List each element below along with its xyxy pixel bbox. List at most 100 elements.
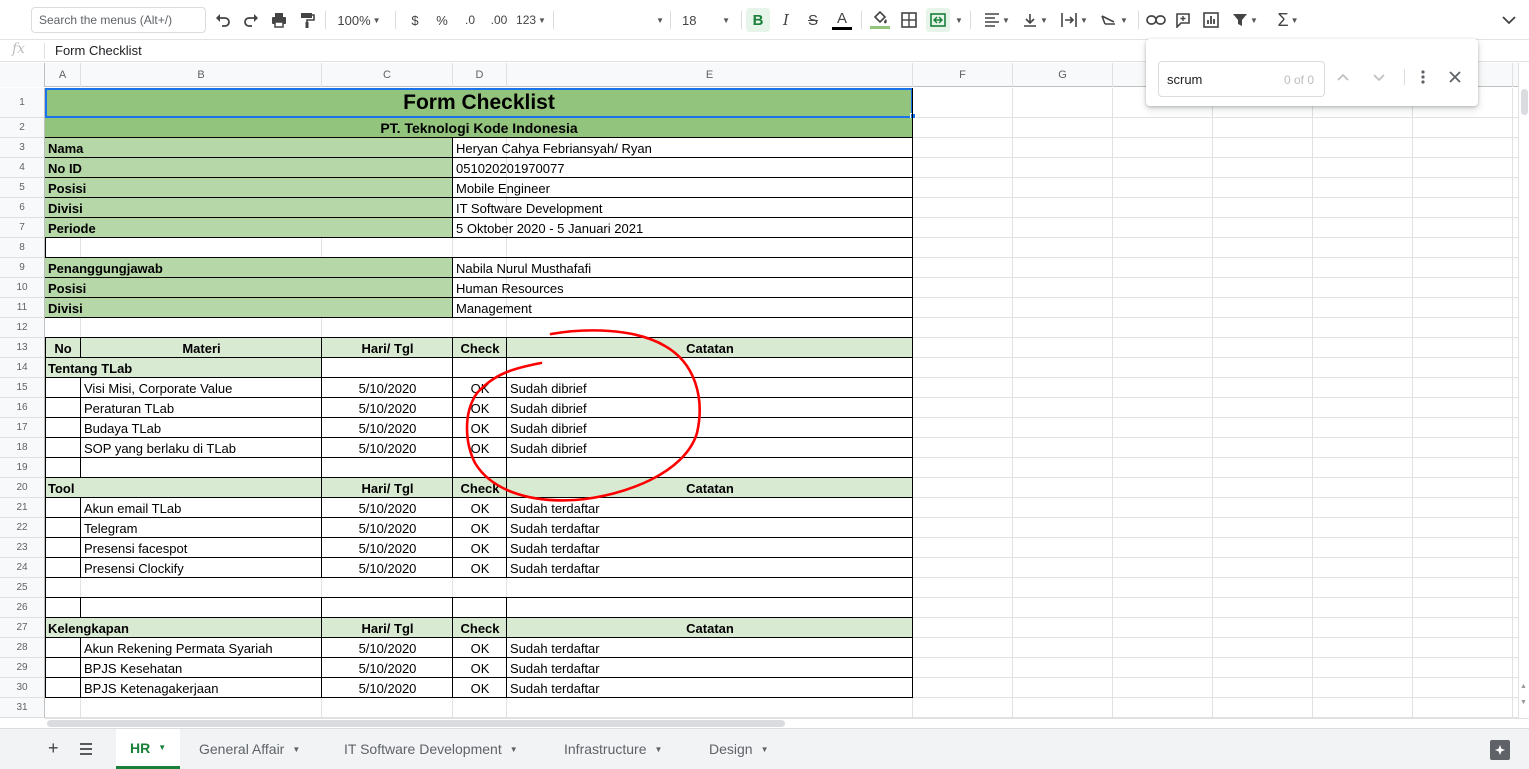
scroll-up-arrow-icon[interactable]: ▲ <box>1520 683 1527 690</box>
column-header[interactable]: B <box>81 63 322 87</box>
item-check[interactable]: OK <box>453 558 507 578</box>
item-name[interactable]: BPJS Kesehatan <box>81 658 322 678</box>
text-rotation-icon[interactable]: ▼ <box>1096 8 1132 32</box>
merge-cells-icon[interactable] <box>926 8 950 32</box>
column-header[interactable]: A <box>45 63 81 87</box>
select-all-corner[interactable] <box>0 63 45 87</box>
info-label[interactable]: Divisi <box>45 198 453 218</box>
row-header[interactable]: 20 <box>0 478 44 498</box>
row-header[interactable]: 25 <box>0 578 44 598</box>
row-header[interactable]: 2 <box>0 118 44 138</box>
insert-link-icon[interactable] <box>1144 8 1168 32</box>
tab-infrastructure[interactable]: Infrastructure ▼ <box>550 729 676 769</box>
item-check[interactable]: OK <box>453 678 507 698</box>
item-check[interactable]: OK <box>453 538 507 558</box>
row-header[interactable]: 28 <box>0 638 44 658</box>
item-date[interactable]: 5/10/2020 <box>322 398 453 418</box>
formula-value[interactable]: Form Checklist <box>55 43 142 58</box>
header-date[interactable]: Hari/ Tgl <box>322 618 453 638</box>
row-header[interactable]: 26 <box>0 598 44 618</box>
more-formats-button[interactable]: 123 ▼ <box>514 8 548 32</box>
item-date[interactable]: 5/10/2020 <box>322 678 453 698</box>
item-note[interactable]: Sudah terdaftar <box>507 538 913 558</box>
row-header[interactable]: 19 <box>0 458 44 478</box>
pic-label[interactable]: Penanggungjawab <box>45 258 453 278</box>
find-next-icon[interactable] <box>1372 70 1386 88</box>
cell-grid[interactable]: Form Checklist PT. Teknologi Kode Indone… <box>45 88 1518 718</box>
row-header[interactable]: 9 <box>0 258 44 278</box>
row-header[interactable]: 16 <box>0 398 44 418</box>
item-date[interactable]: 5/10/2020 <box>322 558 453 578</box>
pic-value[interactable]: Management <box>453 298 913 318</box>
redo-icon[interactable] <box>240 8 262 32</box>
item-note[interactable]: Sudah terdaftar <box>507 498 913 518</box>
collapse-toolbar-icon[interactable] <box>1498 8 1520 32</box>
column-header[interactable]: E <box>507 63 913 87</box>
item-name[interactable]: BPJS Ketenagakerjaan <box>81 678 322 698</box>
item-date[interactable]: 5/10/2020 <box>322 498 453 518</box>
item-date[interactable]: 5/10/2020 <box>322 418 453 438</box>
row-header[interactable]: 8 <box>0 238 44 258</box>
item-check[interactable]: OK <box>453 638 507 658</box>
header-check[interactable]: Check <box>453 478 507 498</box>
row-header[interactable]: 6 <box>0 198 44 218</box>
explore-icon[interactable] <box>1490 740 1510 760</box>
scroll-down-arrow-icon[interactable]: ▼ <box>1520 699 1527 706</box>
tab-it-software-development[interactable]: IT Software Development ▼ <box>330 729 532 769</box>
decrease-decimal-button[interactable]: .0 <box>458 8 482 32</box>
info-label[interactable]: Posisi <box>45 178 453 198</box>
info-value[interactable]: Mobile Engineer <box>453 178 913 198</box>
vertical-align-icon[interactable]: ▼ <box>1018 8 1052 32</box>
item-note[interactable]: Sudah terdaftar <box>507 638 913 658</box>
item-name[interactable]: Akun Rekening Permata Syariah <box>81 638 322 658</box>
tab-general-affair[interactable]: General Affair ▼ <box>185 729 314 769</box>
increase-decimal-button[interactable]: .00 <box>486 8 512 32</box>
item-date[interactable]: 5/10/2020 <box>322 538 453 558</box>
all-sheets-icon[interactable] <box>79 742 93 760</box>
header-no[interactable]: No <box>45 338 81 358</box>
strikethrough-button[interactable]: S <box>802 8 824 32</box>
item-check[interactable]: OK <box>453 378 507 398</box>
row-header[interactable]: 24 <box>0 558 44 578</box>
item-check[interactable]: OK <box>453 518 507 538</box>
item-date[interactable]: 5/10/2020 <box>322 518 453 538</box>
header-notes[interactable]: Catatan <box>507 618 913 638</box>
row-header[interactable]: 15 <box>0 378 44 398</box>
item-name[interactable]: Presensi facespot <box>81 538 322 558</box>
add-sheet-icon[interactable]: + <box>48 738 59 759</box>
row-header[interactable]: 3 <box>0 138 44 158</box>
header-materi[interactable]: Materi <box>81 338 322 358</box>
row-header[interactable]: 27 <box>0 618 44 638</box>
row-header[interactable]: 18 <box>0 438 44 458</box>
row-header[interactable]: 13 <box>0 338 44 358</box>
row-header[interactable]: 22 <box>0 518 44 538</box>
item-date[interactable]: 5/10/2020 <box>322 658 453 678</box>
close-icon[interactable] <box>1448 70 1462 89</box>
column-header[interactable]: C <box>322 63 453 87</box>
row-header[interactable]: 31 <box>0 698 44 718</box>
filter-icon[interactable]: ▼ <box>1228 8 1262 32</box>
zoom-select[interactable]: 100% ▼ <box>334 8 384 32</box>
bold-button[interactable]: B <box>746 8 770 32</box>
pic-value[interactable]: Human Resources <box>453 278 913 298</box>
item-check[interactable]: OK <box>453 658 507 678</box>
column-header[interactable]: G <box>1013 63 1113 87</box>
header-check[interactable]: Check <box>453 618 507 638</box>
tab-design[interactable]: Design ▼ <box>695 729 783 769</box>
row-header[interactable]: 11 <box>0 298 44 318</box>
more-options-icon[interactable] <box>1420 69 1426 90</box>
vertical-scrollbar[interactable]: ▲ ▼ <box>1518 63 1529 718</box>
find-previous-icon[interactable] <box>1336 69 1350 87</box>
info-value[interactable]: Heryan Cahya Febriansyah/ Ryan <box>453 138 913 158</box>
info-value[interactable]: IT Software Development <box>453 198 913 218</box>
item-note[interactable]: Sudah dibrief <box>507 398 913 418</box>
item-note[interactable]: Sudah terdaftar <box>507 518 913 538</box>
item-name[interactable]: Visi Misi, Corporate Value <box>81 378 322 398</box>
item-date[interactable]: 5/10/2020 <box>322 438 453 458</box>
row-header[interactable]: 17 <box>0 418 44 438</box>
info-value[interactable]: 5 Oktober 2020 - 5 Januari 2021 <box>453 218 913 238</box>
item-note[interactable]: Sudah dibrief <box>507 378 913 398</box>
insert-comment-icon[interactable] <box>1172 8 1194 32</box>
column-header[interactable]: F <box>913 63 1013 87</box>
sheet-title[interactable]: Form Checklist <box>45 88 913 118</box>
